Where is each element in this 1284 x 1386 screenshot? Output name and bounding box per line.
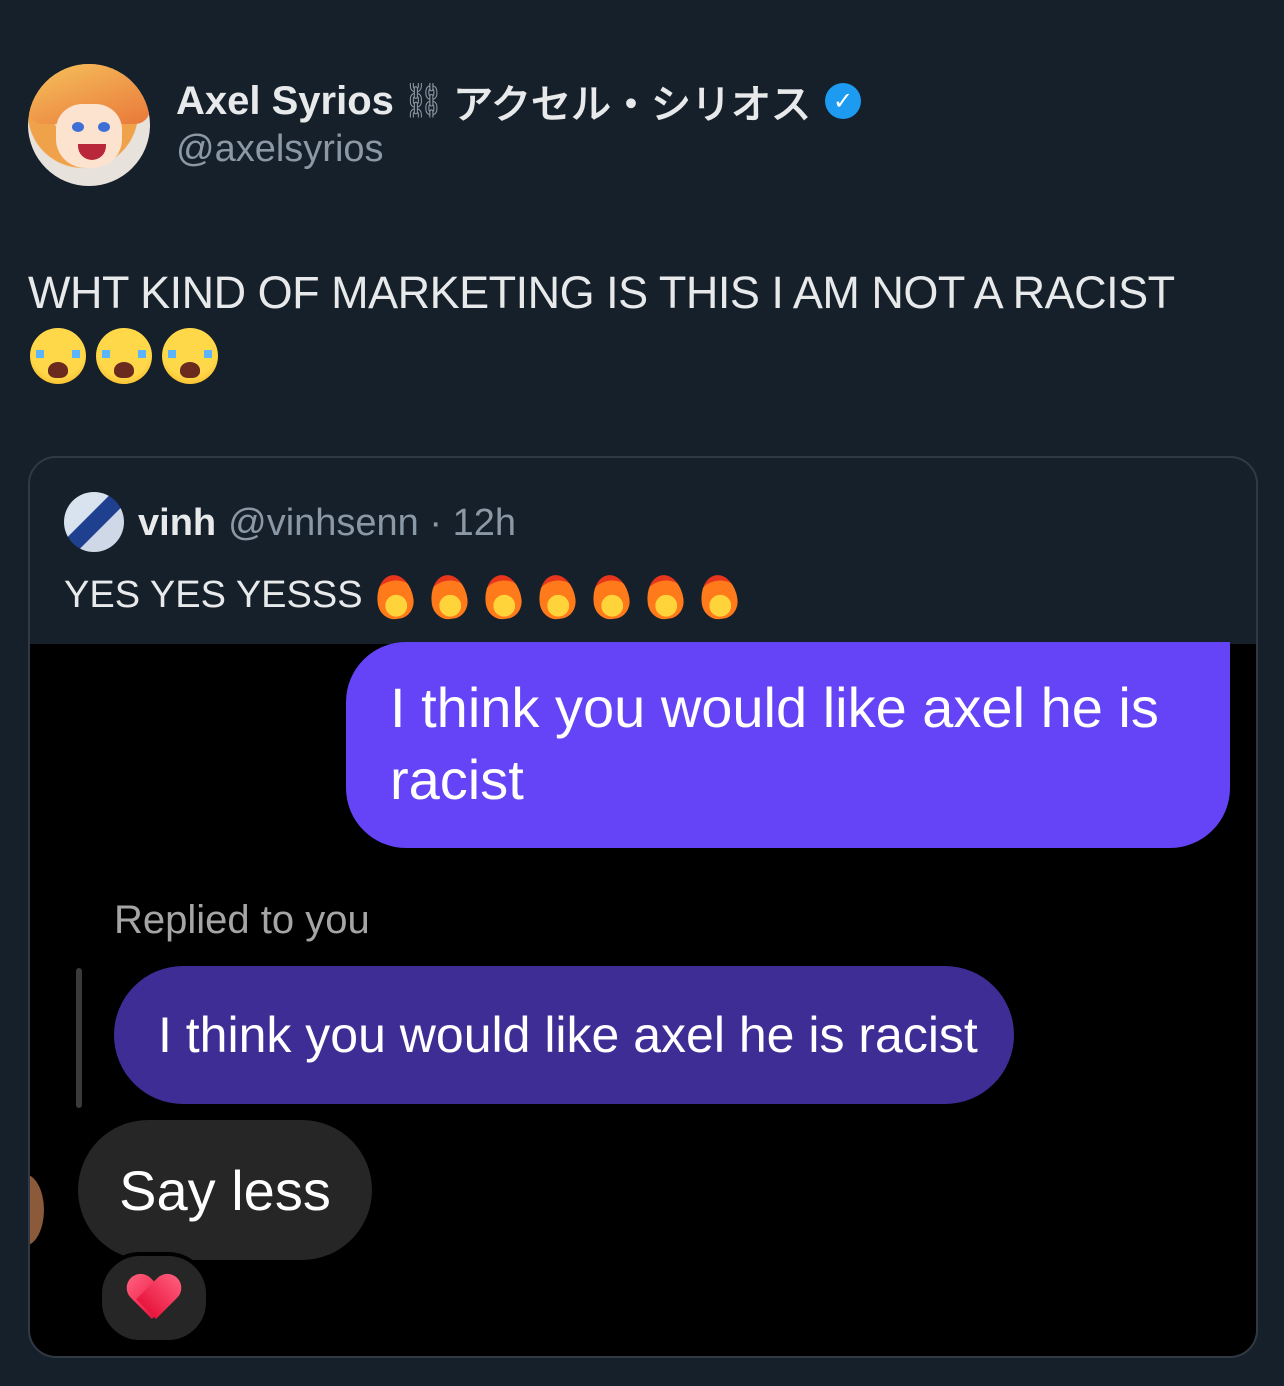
quote-author-meta: @vinhsenn · 12h [228, 501, 516, 544]
loudly-crying-face-icon [30, 328, 86, 384]
verified-badge-icon[interactable]: ✓ [825, 83, 862, 119]
fire-icon [535, 569, 579, 621]
fire-icon [373, 569, 417, 621]
avatar-eye [72, 122, 84, 132]
red-heart-icon [128, 1275, 180, 1321]
quote-text: YES YES YESSS [64, 573, 363, 616]
author-name[interactable]: Axel Syrios [176, 79, 394, 124]
quoted-message-bubble: I think you would like axel he is racist [114, 966, 1014, 1104]
fire-icon [643, 569, 687, 621]
quote-author-avatar[interactable] [64, 492, 124, 552]
reply-indicator-line [76, 968, 82, 1108]
author-name-japanese[interactable]: アクセル・シリオス [453, 72, 811, 130]
quote-author-name[interactable]: vinh [138, 502, 216, 545]
loudly-crying-face-icon [162, 328, 218, 384]
author-avatar[interactable] [28, 64, 150, 186]
quote-header: vinh @vinhsenn · 12h [138, 496, 516, 550]
quote-text-row: YES YES YESSS [64, 570, 741, 620]
fire-icon [589, 569, 633, 621]
loudly-crying-face-icon [96, 328, 152, 384]
chain-icon: ⛓ [401, 82, 446, 120]
tweet-text: WHT KIND OF MARKETING IS THIS I AM NOT A… [28, 267, 1175, 318]
quote-media-image[interactable]: I think you would like axel he is racist… [30, 642, 1256, 1356]
received-message-bubble: Say less [78, 1120, 372, 1260]
fire-icon [697, 569, 741, 621]
author-handle[interactable]: @axelsyrios [176, 128, 384, 171]
quoted-tweet-card[interactable]: vinh @vinhsenn · 12h YES YES YESSS I thi… [28, 456, 1258, 1358]
sent-message-bubble: I think you would like axel he is racist [346, 642, 1230, 848]
reaction-pill [98, 1252, 210, 1344]
tweet-emoji-row [30, 328, 218, 384]
replied-to-you-label: Replied to you [114, 898, 370, 942]
fire-icon [481, 569, 525, 621]
fire-icon [427, 569, 471, 621]
avatar-eye [98, 122, 110, 132]
sender-avatar [30, 1174, 44, 1246]
author-name-row[interactable]: Axel Syrios ⛓ アクセル・シリオス ✓ [176, 76, 862, 127]
